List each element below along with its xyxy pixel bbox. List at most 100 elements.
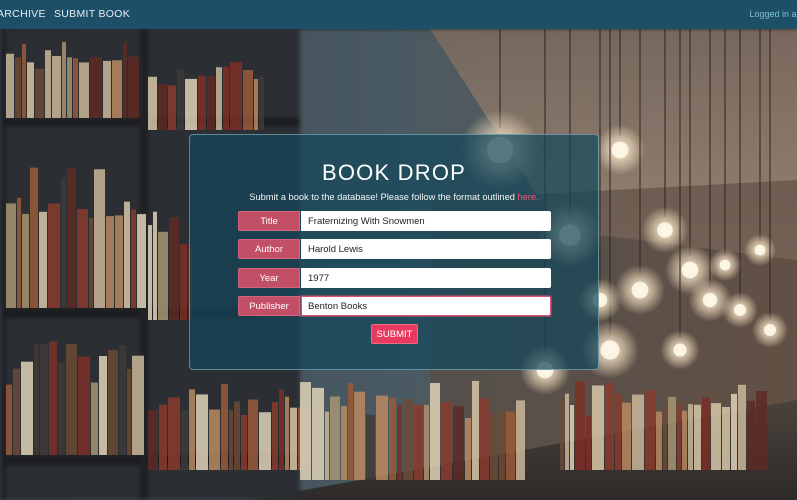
title-row: Title	[238, 211, 551, 231]
logged-in-text: Logged in as	[749, 9, 797, 19]
book-spine	[341, 405, 347, 480]
book-spine	[663, 406, 667, 470]
book-spine	[89, 217, 93, 308]
book-spine	[124, 201, 130, 308]
book-spine	[67, 167, 76, 308]
book-spine	[207, 75, 215, 130]
book-spine	[22, 43, 26, 118]
book-spine	[560, 398, 564, 470]
book-spine	[90, 57, 102, 118]
book-spine	[366, 414, 375, 480]
book-spine	[397, 404, 402, 480]
book-spine	[168, 85, 176, 130]
book-spine	[131, 209, 136, 308]
book-spine	[248, 399, 258, 470]
book-spine	[480, 398, 489, 480]
book-spine	[312, 387, 324, 480]
book-spine	[632, 394, 644, 470]
book-spine	[506, 411, 515, 480]
lamp-bulb	[631, 281, 649, 299]
book-spine	[702, 397, 710, 470]
book-spine	[243, 70, 253, 130]
publisher-row: Publisher	[238, 296, 551, 316]
book-spine	[159, 404, 167, 470]
book-spine	[137, 214, 146, 308]
book-spine	[325, 411, 329, 480]
book-spine	[58, 363, 65, 455]
lamp-bulb	[702, 292, 718, 308]
book-spine	[66, 343, 77, 455]
book-spine	[99, 355, 107, 455]
book-spine	[490, 413, 498, 480]
book-spine	[229, 410, 233, 470]
book-spine	[472, 380, 479, 480]
book-spine	[570, 405, 574, 470]
book-spine	[731, 393, 737, 470]
book-spine	[259, 76, 264, 130]
lamp-bulb	[754, 244, 766, 256]
book-spine	[499, 410, 505, 480]
book-spine	[94, 169, 105, 308]
book-spine	[22, 213, 29, 308]
book-spine	[592, 385, 604, 470]
nav-archive-link[interactable]: ARCHIVE	[0, 0, 46, 29]
title-input[interactable]	[301, 211, 551, 231]
book-spine	[108, 350, 118, 455]
book-spine	[49, 341, 57, 455]
author-row: Author	[238, 239, 551, 259]
book-spine	[300, 382, 311, 480]
book-spine	[78, 356, 90, 455]
book-spine	[34, 344, 39, 455]
book-spine	[738, 384, 746, 470]
book-spine	[127, 369, 131, 455]
submit-button[interactable]: SUBMIT	[371, 324, 418, 344]
book-spine	[330, 396, 340, 480]
book-spine	[756, 391, 767, 470]
book-spine	[52, 55, 61, 118]
book-spine	[148, 76, 157, 130]
book-spine	[290, 407, 297, 470]
book-spine	[677, 403, 681, 470]
book-spine	[185, 78, 197, 130]
book-spine	[168, 397, 180, 470]
book-spine	[285, 396, 289, 470]
book-spine	[67, 57, 72, 118]
book-spine	[711, 403, 721, 470]
format-link[interactable]: here.	[518, 192, 539, 202]
book-spine	[221, 383, 228, 470]
book-spine	[15, 57, 21, 118]
book-spine	[453, 406, 464, 480]
book-spine	[39, 211, 47, 308]
book-spine	[414, 404, 423, 480]
book-spine	[132, 355, 144, 455]
author-input[interactable]	[301, 239, 551, 259]
book-drop-panel: BOOK DROP Submit a book to the database!…	[189, 134, 599, 370]
lamp-bulb	[600, 340, 620, 360]
publisher-label: Publisher	[238, 296, 300, 316]
book-spine	[241, 415, 247, 470]
book-spine	[389, 397, 396, 480]
book-spine	[169, 217, 179, 320]
book-spine	[119, 345, 126, 455]
book-spine	[565, 393, 569, 470]
book-spine	[688, 404, 693, 470]
year-row: Year	[238, 268, 551, 288]
lamp-bulb	[719, 259, 731, 271]
page-title: BOOK DROP	[321, 160, 467, 185]
book-spine	[106, 216, 114, 308]
book-spine	[209, 409, 220, 470]
book-spine	[279, 389, 284, 470]
book-spine	[656, 411, 662, 470]
lamp-bulb	[657, 222, 673, 238]
nav-submit-book-link[interactable]: SUBMIT BOOK	[54, 0, 130, 29]
lamp-bulb	[681, 261, 699, 279]
book-spine	[747, 400, 755, 470]
year-input[interactable]	[301, 268, 551, 288]
book-spine	[62, 41, 66, 118]
publisher-input[interactable]	[301, 296, 551, 316]
lamp-bulb	[673, 343, 687, 357]
book-spine	[575, 381, 585, 470]
book-spine	[196, 394, 208, 470]
book-spine	[128, 56, 139, 118]
book-spine	[516, 400, 525, 480]
